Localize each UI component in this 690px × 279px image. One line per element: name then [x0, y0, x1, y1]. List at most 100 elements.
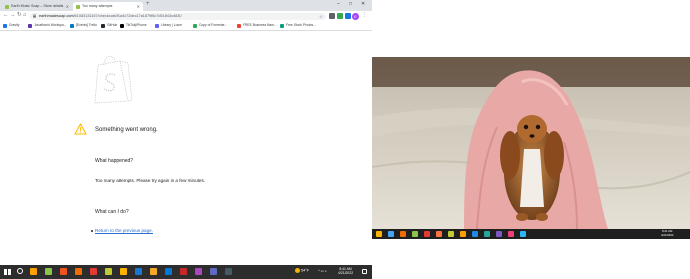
taskbar-app-icon[interactable] [496, 231, 502, 237]
what-happened-heading: What happened? [95, 158, 134, 164]
taskbar-app-icon[interactable] [165, 268, 172, 275]
back-button[interactable]: ← [3, 12, 9, 18]
bookmark-icon [237, 23, 241, 28]
address-path: /61083131167/checkouts/f1a4c72dec17a1879… [73, 13, 182, 18]
bookmark-star-icon[interactable]: ☆ [319, 13, 323, 20]
tab-title: Too many attempts [82, 4, 113, 8]
taskbar-app-icon[interactable] [484, 231, 490, 237]
new-tab-button[interactable]: + [146, 1, 150, 7]
bookmark-label: TikTok|iPhone [126, 23, 147, 27]
taskbar-app-icon[interactable] [412, 231, 418, 237]
close-tab-icon[interactable]: ✕ [66, 2, 69, 11]
error-page: Something went wrong. What happened? Too… [0, 31, 372, 263]
windows-start-icon[interactable] [4, 268, 11, 276]
taskbar-app-icon[interactable] [105, 268, 112, 275]
profile-avatar[interactable]: E [352, 12, 359, 20]
taskbar-app-icon[interactable] [120, 268, 127, 275]
loom-icon [155, 23, 159, 28]
minimize-button[interactable]: – [337, 1, 340, 7]
system-tray-icons[interactable]: ^ ▭ ◗ [318, 269, 327, 273]
search-icon[interactable] [17, 268, 23, 274]
taskbar-app-icon[interactable] [424, 231, 430, 237]
sun-icon [295, 268, 300, 273]
bookmark-icon [280, 23, 284, 28]
error-title: Something went wrong. [95, 127, 158, 133]
taskbar-app-icon[interactable] [210, 268, 217, 275]
lock-icon [33, 14, 36, 18]
github-icon [101, 23, 105, 28]
taskbar-app-icon[interactable] [90, 268, 97, 275]
bookmark-tiktok[interactable]: TikTok|iPhone [120, 22, 147, 29]
dog-wallpaper-photo [372, 57, 690, 229]
bookmark-forrester[interactable]: Copy of Forrester... [193, 22, 227, 29]
bookmark-workspace[interactable]: Jonathan's Workspa... [28, 22, 66, 29]
forward-button[interactable]: → [10, 12, 16, 18]
taskbar-app-icon[interactable] [472, 231, 478, 237]
maximize-button[interactable]: □ [349, 1, 352, 7]
bookmark-label: Library | Loom [161, 23, 183, 27]
tab-store-details[interactable]: Earth Music Soap – Store details ✕ [2, 2, 72, 11]
taskbar-app-icon[interactable] [180, 268, 187, 275]
left-monitor: Earth Music Soap – Store details ✕ Too m… [0, 0, 372, 279]
taskbar-app-icon[interactable] [448, 231, 454, 237]
bookmark-label: GitHub [107, 23, 118, 27]
address-bar[interactable]: earthmadesoap.com/61083131167/checkouts/… [30, 12, 326, 20]
shopify-bag-logo [94, 55, 133, 104]
bookmark-stock-photos[interactable]: Free Stock Photos... [280, 22, 316, 29]
taskbar-app-icon[interactable] [60, 268, 67, 275]
what-can-i-do-heading: What can I do? [95, 209, 129, 215]
extension-icon[interactable] [329, 13, 335, 19]
clock-date: 4/21/2022 [338, 271, 354, 276]
bookmark-github[interactable]: GitHub [101, 22, 117, 29]
weather-temp: 54°F [301, 268, 310, 273]
warning-triangle-icon [74, 123, 87, 135]
taskbar-clock[interactable]: 8:41 AM 4/21/2022 [338, 267, 353, 276]
taskbar-app-icon[interactable] [376, 231, 382, 237]
taskbar-app-icon[interactable] [45, 268, 52, 275]
taskbar-app-icon[interactable] [388, 231, 394, 237]
taskbar-app-icon[interactable] [508, 231, 514, 237]
taskbar-app-icon[interactable] [436, 231, 442, 237]
browser-menu-icon[interactable]: ⋮ [362, 12, 367, 18]
extension-icon[interactable] [337, 13, 343, 19]
bookmark-icon [28, 23, 32, 28]
taskbar-app-icon[interactable] [30, 268, 37, 275]
bookmark-icon [193, 23, 197, 28]
bookmarks-bar: Gravity Jonathan's Workspa... [Events] T… [0, 21, 372, 31]
bookmark-loom[interactable]: Library | Loom [155, 22, 182, 29]
taskbar-app-icon[interactable] [520, 231, 526, 237]
bookmark-label: FREE Business Nam... [243, 23, 277, 27]
bookmark-business-names[interactable]: FREE Business Nam... [237, 22, 277, 29]
shopify-favicon-icon [5, 4, 9, 9]
close-window-button[interactable]: ✕ [361, 1, 365, 7]
reload-button[interactable]: ↻ [17, 12, 22, 18]
taskbar-app-icon[interactable] [75, 268, 82, 275]
bookmark-icon [3, 23, 7, 28]
bookmark-trello[interactable]: [Events] Trello [70, 22, 97, 29]
browser-toolbar: ← → ↻ ⌂ earthmadesoap.com/61083131167/ch… [0, 11, 372, 21]
bookmark-icon [70, 23, 74, 28]
extension-icon[interactable] [345, 13, 351, 19]
browser-tab-strip: Earth Music Soap – Store details ✕ Too m… [0, 0, 372, 11]
tab-too-many-attempts[interactable]: Too many attempts ✕ [73, 2, 143, 11]
taskbar-app-icon[interactable] [460, 231, 466, 237]
tiktok-icon [120, 23, 124, 28]
bookmark-label: Jonathan's Workspa... [34, 23, 67, 27]
windows-taskbar: 54°F ^ ▭ ◗ 8:41 AM 4/21/2022 [0, 265, 372, 279]
return-to-previous-page-link[interactable]: Return to the previous page. [95, 228, 153, 233]
address-domain: earthmadesoap.com [39, 13, 74, 18]
taskbar-app-icon[interactable] [225, 268, 232, 275]
home-button[interactable]: ⌂ [23, 12, 26, 18]
tab-title: Earth Music Soap – Store details [11, 4, 64, 8]
notification-icon[interactable] [362, 269, 367, 274]
bookmark-gravity[interactable]: Gravity [3, 22, 19, 29]
bookmark-label: Copy of Forrester... [199, 23, 228, 27]
weather-widget[interactable]: 54°F [295, 268, 309, 273]
error-detail-text: Too many attempts. Please try again in a… [95, 178, 206, 183]
close-tab-icon[interactable]: ✕ [137, 2, 140, 11]
taskbar-app-icon[interactable] [400, 231, 406, 237]
taskbar-app-icon[interactable] [195, 268, 202, 275]
taskbar-app-icon[interactable] [135, 268, 142, 275]
taskbar-app-icon[interactable] [150, 268, 157, 275]
taskbar-clock[interactable]: 8:41 AM 4/21/2022 [661, 229, 673, 238]
